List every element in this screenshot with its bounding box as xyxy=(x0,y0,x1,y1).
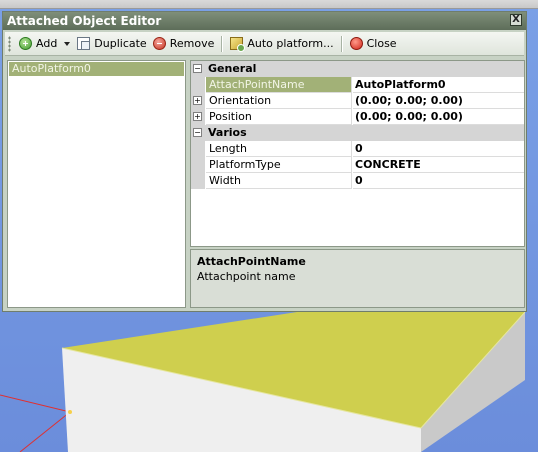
property-value[interactable]: 0 xyxy=(353,141,524,157)
property-row-orientation[interactable]: + Orientation (0.00; 0.00; 0.00) xyxy=(191,93,524,109)
list-item[interactable]: AutoPlatform0 xyxy=(9,62,184,76)
property-row-attachpointname[interactable]: AttachPointName AutoPlatform0 xyxy=(191,77,524,93)
category-label: Varios xyxy=(208,126,247,139)
property-name: PlatformType xyxy=(206,157,352,173)
window-title: Attached Object Editor xyxy=(7,14,162,28)
toolbar-grip[interactable] xyxy=(8,35,11,52)
property-value[interactable]: (0.00; 0.00; 0.00) xyxy=(353,93,524,109)
editor-toolbar: Add Duplicate Remove Auto platform... Cl… xyxy=(5,32,524,56)
auto-platform-button[interactable]: Auto platform... xyxy=(227,34,336,54)
property-row-length[interactable]: Length 0 xyxy=(191,141,524,157)
category-varios[interactable]: − Varios xyxy=(191,125,524,141)
remove-label: Remove xyxy=(169,37,215,50)
close-button[interactable]: Close xyxy=(347,34,400,54)
property-name: Orientation xyxy=(206,93,352,109)
attached-object-list[interactable]: AutoPlatform0 xyxy=(7,60,186,308)
property-grid[interactable]: − General AttachPointName AutoPlatform0 … xyxy=(190,60,525,247)
close-label: Close xyxy=(366,37,397,50)
add-label: Add xyxy=(36,37,58,50)
property-row-platformtype[interactable]: PlatformType CONCRETE xyxy=(191,157,524,173)
property-value[interactable]: (0.00; 0.00; 0.00) xyxy=(353,109,524,125)
remove-button[interactable]: Remove xyxy=(150,34,218,54)
property-name: Width xyxy=(206,173,352,189)
x-axis-line xyxy=(0,394,71,413)
expand-icon[interactable]: + xyxy=(193,96,202,105)
add-icon xyxy=(19,37,32,50)
property-value[interactable]: 0 xyxy=(353,173,524,189)
duplicate-icon xyxy=(77,37,91,50)
add-dropdown-arrow[interactable] xyxy=(64,41,71,46)
origin-marker xyxy=(68,410,72,414)
z-axis-line xyxy=(19,411,71,452)
category-label: General xyxy=(208,62,257,75)
collapse-icon[interactable]: − xyxy=(193,64,202,73)
property-description-pane: AttachPointName Attachpoint name xyxy=(190,249,525,308)
auto-platform-icon xyxy=(230,37,246,52)
duplicate-button[interactable]: Duplicate xyxy=(74,34,149,54)
category-general[interactable]: − General xyxy=(191,61,524,77)
property-name: AttachPointName xyxy=(206,77,352,93)
property-name: Length xyxy=(206,141,352,157)
toolbar-separator xyxy=(340,35,343,52)
collapse-icon[interactable]: − xyxy=(193,128,202,137)
window-close-button[interactable]: X xyxy=(510,14,522,26)
description-text: Attachpoint name xyxy=(197,270,296,283)
property-row-width[interactable]: Width 0 xyxy=(191,173,524,189)
description-title: AttachPointName xyxy=(197,255,306,268)
property-row-position[interactable]: + Position (0.00; 0.00; 0.00) xyxy=(191,109,524,125)
property-value[interactable]: CONCRETE xyxy=(353,157,524,173)
close-icon xyxy=(349,37,363,50)
window-titlebar[interactable]: Attached Object Editor X xyxy=(3,12,526,30)
expand-icon[interactable]: + xyxy=(193,112,202,121)
host-toolbar-strip xyxy=(0,0,538,9)
duplicate-label: Duplicate xyxy=(94,37,147,50)
attached-object-editor-window: Attached Object Editor X Add Duplicate R… xyxy=(2,11,527,312)
toolbar-separator xyxy=(221,35,224,52)
property-value[interactable]: AutoPlatform0 xyxy=(353,77,524,93)
remove-icon xyxy=(152,37,166,50)
add-button[interactable]: Add xyxy=(16,34,60,54)
auto-platform-label: Auto platform... xyxy=(247,37,334,50)
property-name: Position xyxy=(206,109,352,125)
